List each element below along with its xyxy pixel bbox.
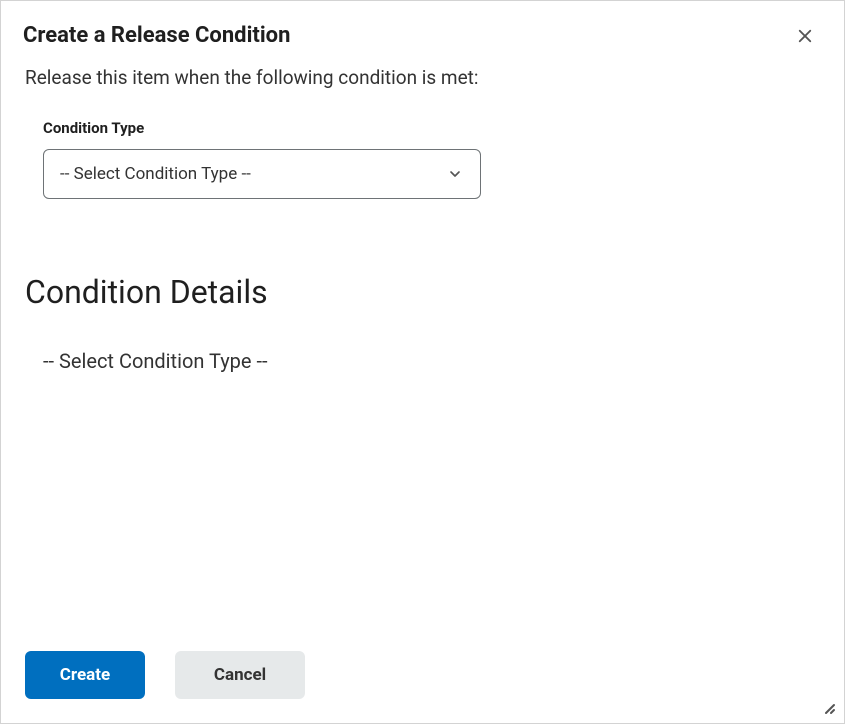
cancel-button[interactable]: Cancel	[175, 651, 305, 699]
condition-details-placeholder: -- Select Condition Type --	[43, 349, 820, 373]
dialog-footer: Create Cancel	[1, 651, 844, 723]
condition-type-select-wrapper: -- Select Condition Type --	[43, 149, 481, 199]
release-condition-dialog: Create a Release Condition Release this …	[0, 0, 845, 724]
resize-handle-icon	[820, 699, 836, 715]
dialog-title: Create a Release Condition	[23, 23, 290, 48]
condition-type-field: Condition Type -- Select Condition Type …	[43, 119, 820, 199]
condition-type-select[interactable]: -- Select Condition Type --	[43, 149, 481, 199]
close-button[interactable]	[792, 23, 818, 52]
create-button[interactable]: Create	[25, 651, 145, 699]
condition-type-label: Condition Type	[43, 119, 820, 137]
condition-details-heading: Condition Details	[25, 273, 820, 311]
instruction-text: Release this item when the following con…	[25, 66, 820, 89]
dialog-body: Release this item when the following con…	[1, 52, 844, 651]
close-icon	[796, 27, 814, 48]
dialog-header: Create a Release Condition	[1, 1, 844, 52]
